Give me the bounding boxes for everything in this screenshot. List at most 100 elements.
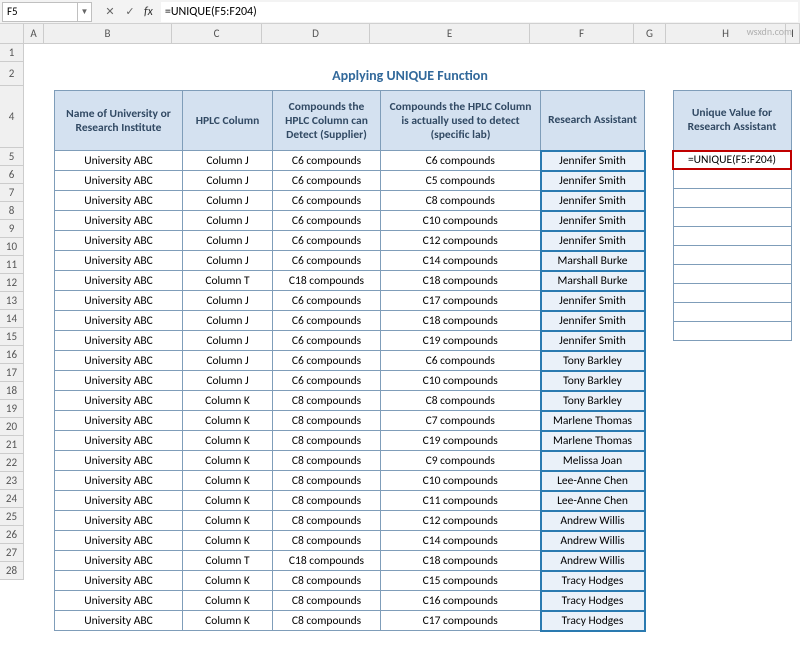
cell[interactable]: C8 compounds [273, 571, 381, 591]
cell[interactable]: C8 compounds [273, 471, 381, 491]
cell[interactable]: C6 compounds [273, 151, 381, 171]
cell[interactable]: C10 compounds [381, 211, 541, 231]
cell[interactable]: Tony Barkley [541, 351, 645, 371]
cell[interactable]: Column J [183, 371, 273, 391]
cell[interactable]: University ABC [55, 451, 183, 471]
cell[interactable]: Andrew Willis [541, 531, 645, 551]
row-header[interactable]: 5 [0, 148, 24, 166]
cell[interactable]: C12 compounds [381, 511, 541, 531]
cell[interactable]: Melissa Joan [541, 451, 645, 471]
cell[interactable]: C6 compounds [273, 211, 381, 231]
cell[interactable]: Column J [183, 351, 273, 371]
column-header[interactable]: F [530, 24, 634, 44]
cell[interactable]: C12 compounds [381, 231, 541, 251]
cell[interactable]: C18 compounds [381, 271, 541, 291]
cell[interactable]: University ABC [55, 311, 183, 331]
cell[interactable]: C8 compounds [273, 431, 381, 451]
cell[interactable]: Lee-Anne Chen [541, 471, 645, 491]
cell[interactable]: Column K [183, 591, 273, 611]
row-header[interactable]: 17 [0, 364, 24, 382]
cell[interactable]: C6 compounds [273, 291, 381, 311]
row-header[interactable]: 21 [0, 436, 24, 454]
cell[interactable]: Jennifer Smith [541, 311, 645, 331]
cell[interactable]: C8 compounds [273, 591, 381, 611]
cell[interactable]: Marshall Burke [541, 271, 645, 291]
column-header[interactable]: G [634, 24, 666, 44]
column-header[interactable]: C [172, 24, 262, 44]
row-header[interactable]: 16 [0, 346, 24, 364]
row-header[interactable]: 8 [0, 202, 24, 220]
column-header[interactable]: B [44, 24, 172, 44]
cell[interactable]: Column K [183, 611, 273, 631]
cell[interactable]: C8 compounds [381, 391, 541, 411]
cell[interactable]: University ABC [55, 351, 183, 371]
formula-cell-h5[interactable]: =UNIQUE(F5:F204) [673, 151, 791, 169]
cell[interactable]: University ABC [55, 191, 183, 211]
cell[interactable]: University ABC [55, 231, 183, 251]
cell[interactable]: C16 compounds [381, 591, 541, 611]
cell[interactable]: C8 compounds [273, 411, 381, 431]
cell[interactable]: C14 compounds [381, 531, 541, 551]
cell[interactable] [673, 283, 791, 302]
cell[interactable]: Column K [183, 451, 273, 471]
cell[interactable]: C6 compounds [273, 251, 381, 271]
cell[interactable]: University ABC [55, 371, 183, 391]
row-header[interactable]: 2 [0, 62, 24, 86]
cell[interactable]: C19 compounds [381, 431, 541, 451]
cell[interactable]: Column J [183, 191, 273, 211]
cell[interactable]: C10 compounds [381, 471, 541, 491]
cell[interactable]: C8 compounds [273, 511, 381, 531]
row-header[interactable]: 23 [0, 472, 24, 490]
cell[interactable]: C18 compounds [273, 271, 381, 291]
cell[interactable]: Column K [183, 391, 273, 411]
cell[interactable]: Jennifer Smith [541, 231, 645, 251]
cell[interactable]: C5 compounds [381, 171, 541, 191]
cell[interactable]: C9 compounds [381, 451, 541, 471]
cell[interactable]: University ABC [55, 531, 183, 551]
cell[interactable]: Column K [183, 571, 273, 591]
row-header[interactable]: 4 [0, 86, 24, 148]
cell[interactable]: C19 compounds [381, 331, 541, 351]
cell[interactable]: University ABC [55, 151, 183, 171]
formula-bar-input[interactable]: =UNIQUE(F5:F204) [161, 2, 798, 22]
cell[interactable]: Column J [183, 331, 273, 351]
cell[interactable]: Tracy Hodges [541, 611, 645, 631]
cell[interactable]: Column J [183, 211, 273, 231]
row-header[interactable]: 12 [0, 274, 24, 292]
cell[interactable]: University ABC [55, 611, 183, 631]
row-header[interactable]: 10 [0, 238, 24, 256]
cell[interactable]: C10 compounds [381, 371, 541, 391]
name-box[interactable]: F5 [2, 2, 78, 22]
cell[interactable] [673, 245, 791, 264]
row-header[interactable]: 13 [0, 292, 24, 310]
cell[interactable]: University ABC [55, 431, 183, 451]
name-box-dropdown[interactable]: ▼ [78, 2, 92, 22]
cell[interactable]: C8 compounds [273, 611, 381, 631]
cell[interactable]: Tracy Hodges [541, 591, 645, 611]
row-header[interactable]: 14 [0, 310, 24, 328]
cell[interactable]: Marlene Thomas [541, 431, 645, 451]
row-header[interactable]: 22 [0, 454, 24, 472]
cell[interactable]: C7 compounds [381, 411, 541, 431]
cell[interactable]: Marshall Burke [541, 251, 645, 271]
cell[interactable]: Marlene Thomas [541, 411, 645, 431]
cell[interactable]: University ABC [55, 551, 183, 571]
cell[interactable]: C18 compounds [381, 311, 541, 331]
row-header[interactable]: 19 [0, 400, 24, 418]
cell[interactable]: C8 compounds [273, 391, 381, 411]
cell[interactable]: Column J [183, 311, 273, 331]
cell[interactable]: University ABC [55, 591, 183, 611]
cell[interactable]: University ABC [55, 251, 183, 271]
cell[interactable]: Column J [183, 171, 273, 191]
cell[interactable]: Jennifer Smith [541, 331, 645, 351]
row-header[interactable]: 26 [0, 526, 24, 544]
cell[interactable]: C6 compounds [273, 231, 381, 251]
cell[interactable]: Tony Barkley [541, 391, 645, 411]
cell[interactable]: C6 compounds [273, 171, 381, 191]
cell[interactable]: Jennifer Smith [541, 171, 645, 191]
column-header[interactable]: A [24, 24, 44, 44]
cell[interactable]: C8 compounds [273, 491, 381, 511]
cell[interactable]: Andrew Willis [541, 551, 645, 571]
cell[interactable]: University ABC [55, 271, 183, 291]
cell[interactable]: Jennifer Smith [541, 151, 645, 171]
